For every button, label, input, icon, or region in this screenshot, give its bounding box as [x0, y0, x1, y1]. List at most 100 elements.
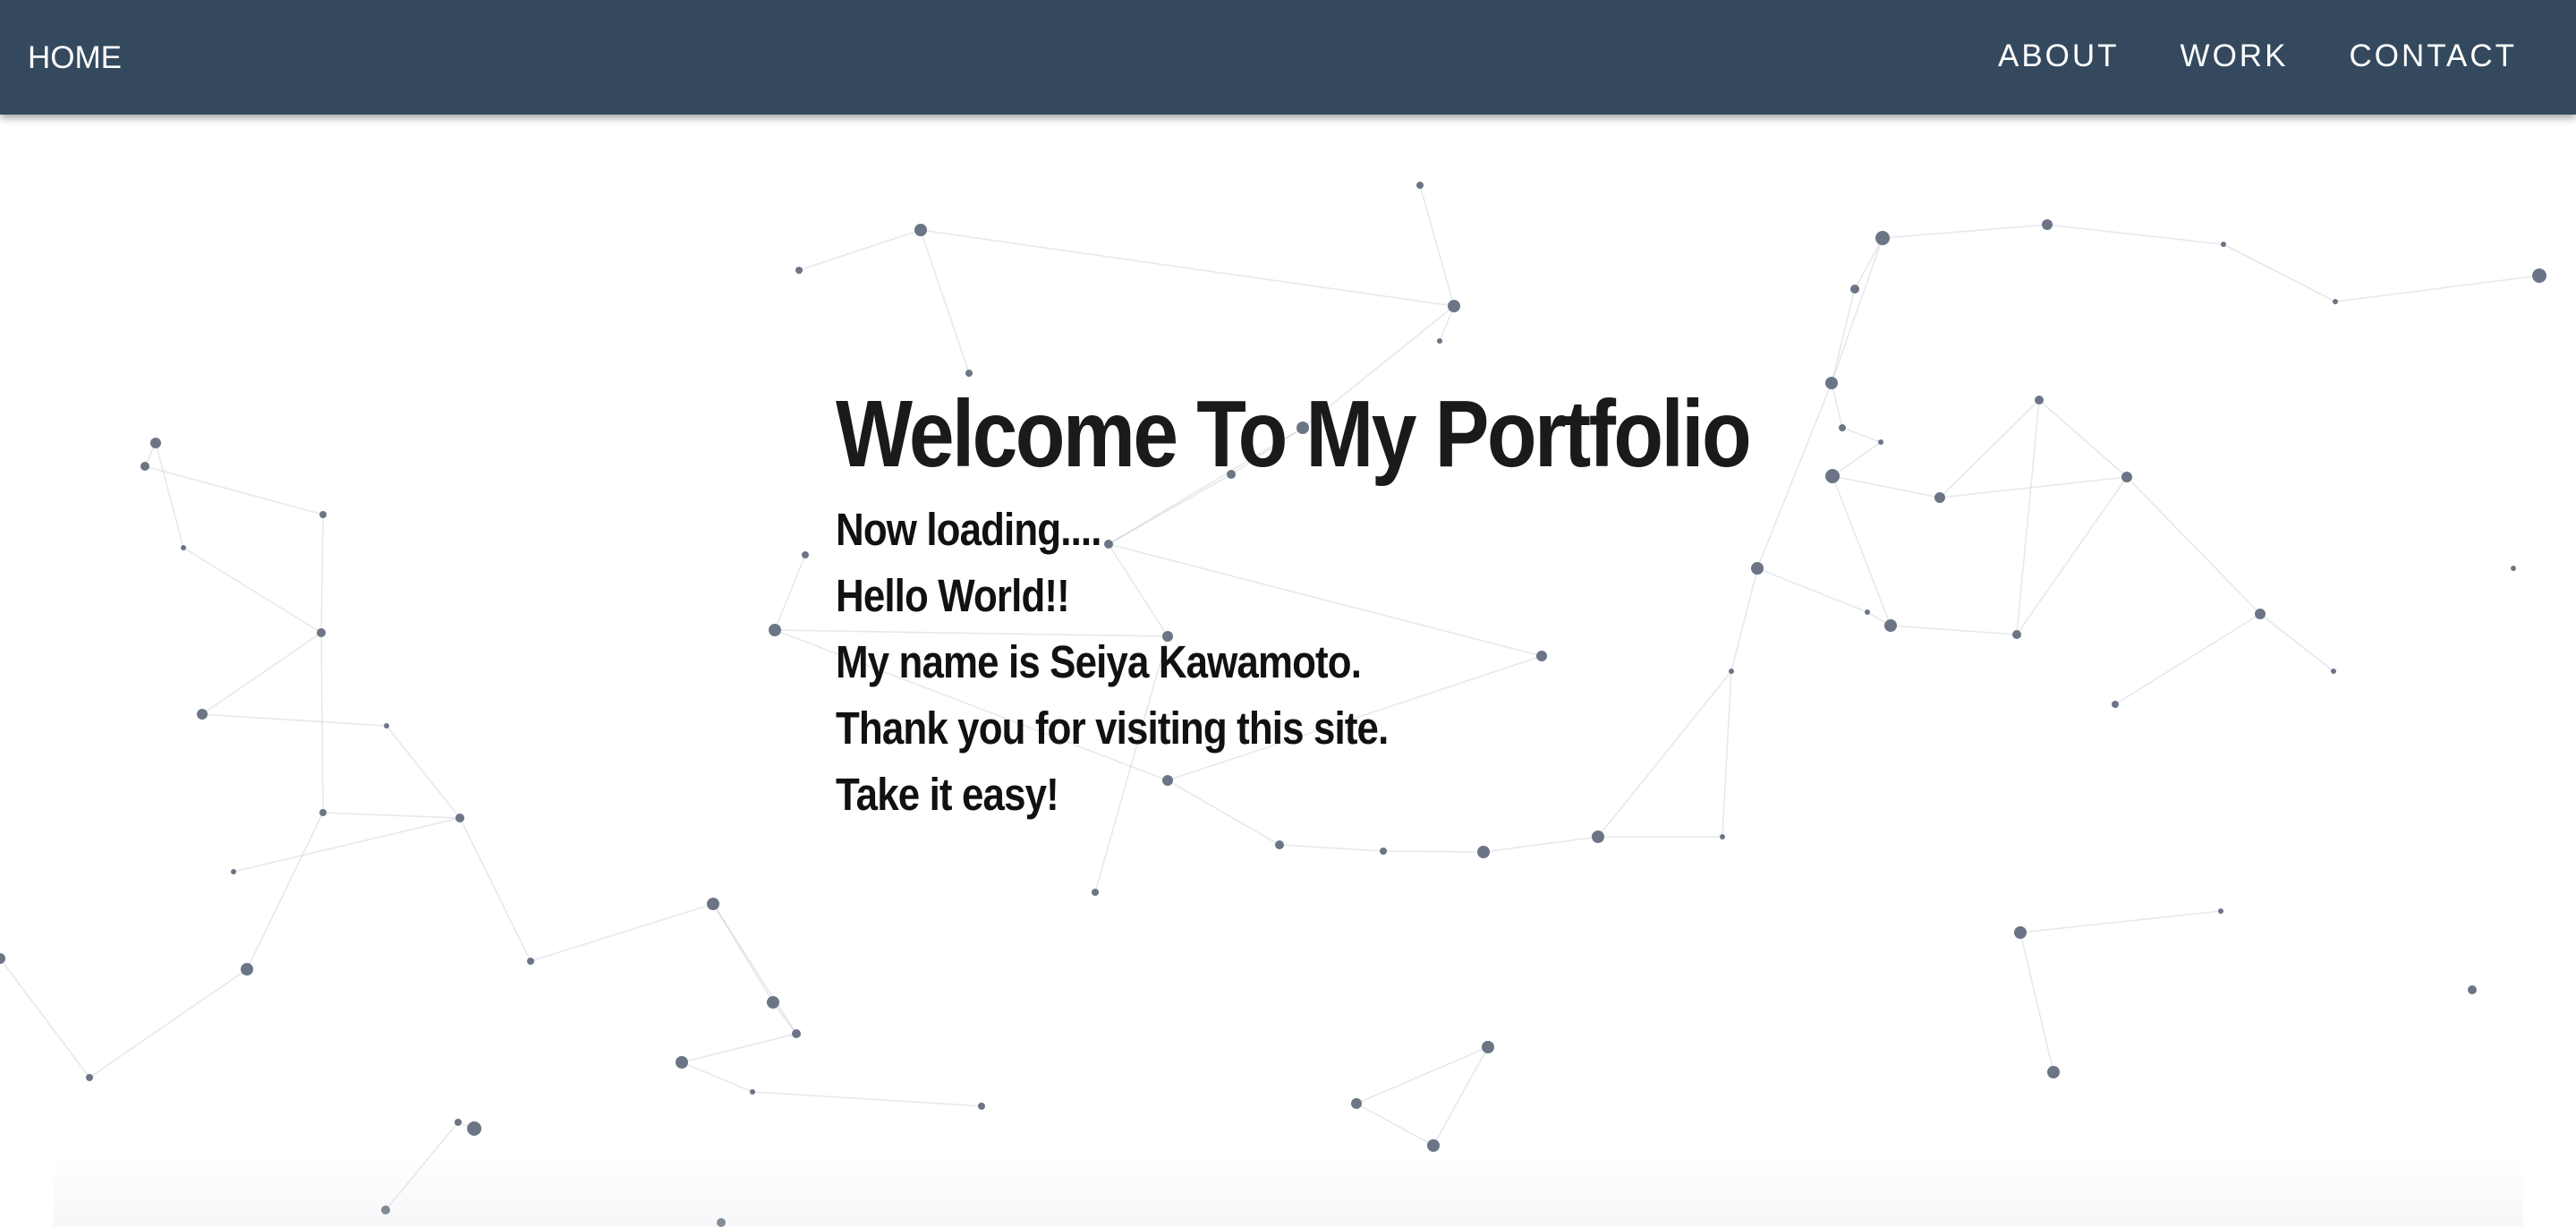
particle-link — [530, 903, 714, 962]
particle-dot — [795, 267, 803, 274]
particle-dot — [2221, 242, 2226, 247]
particle-dot — [2532, 268, 2546, 283]
particle-dot — [319, 809, 327, 816]
particle-dot — [150, 438, 161, 448]
particle-link — [1831, 288, 1856, 384]
particle-link — [712, 903, 797, 1035]
particle-link — [320, 632, 324, 814]
typing-line-thanks: Thank you for visiting this site. — [836, 703, 1389, 754]
bottom-panel-shadow — [54, 1155, 2523, 1227]
particle-dot — [2331, 669, 2336, 674]
typing-line-name: My name is Seiya Kawamoto. — [836, 636, 1362, 687]
particle-link — [155, 442, 184, 549]
nav-links: ABOUT WORK CONTACT — [1998, 38, 2517, 75]
particle-dot — [2255, 609, 2266, 619]
particle-link — [2038, 399, 2128, 478]
particle-link — [1882, 224, 2048, 239]
particle-dot — [1482, 1041, 1494, 1053]
particle-dot — [241, 963, 253, 976]
nav-home-link[interactable]: HOME — [28, 39, 122, 77]
particle-dot — [2112, 701, 2119, 708]
particle-link — [920, 229, 970, 374]
particle-link — [2016, 476, 2128, 635]
particle-link — [774, 554, 806, 631]
particle-dot — [231, 869, 236, 874]
particle-dot — [2012, 630, 2021, 639]
particle-dot — [1720, 834, 1725, 839]
particle-link — [144, 465, 324, 516]
particle-link — [183, 547, 322, 634]
particle-dot — [769, 624, 781, 636]
particle-dot — [676, 1056, 688, 1069]
particle-link — [1939, 399, 2040, 498]
particle-dot — [384, 723, 389, 729]
particle-dot — [86, 1074, 93, 1081]
particle-link — [201, 632, 322, 715]
typing-text-block: Now loading.... Hello World!! My name is… — [836, 497, 1898, 828]
particle-link — [386, 725, 461, 819]
particle-dot — [1477, 846, 1490, 858]
particle-link — [1279, 844, 1384, 852]
particle-link — [1483, 836, 1599, 853]
particle-dot — [767, 996, 779, 1009]
particle-dot — [750, 1089, 755, 1095]
particle-dot — [317, 628, 326, 637]
particle-link — [2019, 932, 2054, 1073]
particle-dot — [802, 551, 809, 558]
particle-link — [1890, 625, 2018, 635]
particle-dot — [1437, 338, 1442, 344]
particle-dot — [1416, 182, 1424, 189]
particle-dot — [527, 958, 534, 965]
particle-dot — [455, 1119, 462, 1126]
particle-dot — [2333, 299, 2338, 304]
particle-dot — [2121, 472, 2132, 482]
page: HOME ABOUT WORK CONTACT Welcome To My Po… — [0, 0, 2576, 1227]
particle-link — [681, 1033, 797, 1063]
particle-link — [1854, 237, 1883, 290]
particle-dot — [197, 709, 208, 720]
particle-dot — [1092, 889, 1099, 896]
particle-dot — [792, 1029, 801, 1038]
particle-link — [2126, 476, 2261, 615]
typing-line-loading: Now loading.... — [836, 504, 1101, 555]
particle-link — [1831, 237, 1883, 384]
particle-dot — [1275, 840, 1284, 849]
particle-dot — [707, 898, 719, 910]
particle-link — [2259, 613, 2334, 672]
particle-dot — [1592, 831, 1604, 843]
hero-section: Welcome To My Portfolio Now loading.... … — [836, 380, 1898, 828]
particle-dot — [181, 545, 186, 550]
particle-link — [459, 817, 531, 962]
particle-link — [1939, 476, 2128, 498]
particle-link — [2334, 275, 2540, 302]
particle-dot — [2468, 985, 2477, 994]
particle-dot — [455, 814, 464, 822]
particle-dot — [467, 1121, 481, 1136]
top-navbar: HOME ABOUT WORK CONTACT — [0, 0, 2576, 115]
particle-dot — [978, 1103, 985, 1110]
particle-dot — [140, 462, 149, 471]
particle-link — [320, 514, 324, 634]
particle-dot — [2035, 396, 2044, 405]
particle-dot — [1934, 492, 1945, 503]
particle-dot — [2047, 1066, 2060, 1078]
particle-link — [1382, 850, 1484, 853]
particle-link — [246, 812, 324, 970]
particle-dot — [319, 511, 327, 518]
nav-about-link[interactable]: ABOUT — [1998, 38, 2120, 75]
particle-link — [0, 958, 90, 1078]
typing-line-hello: Hello World!! — [836, 570, 1070, 621]
nav-contact-link[interactable]: CONTACT — [2349, 38, 2517, 75]
typing-line-take-it-easy: Take it easy! — [836, 769, 1059, 820]
particle-link — [798, 229, 922, 271]
particle-link — [681, 1061, 753, 1093]
particle-dot — [1380, 848, 1387, 855]
particle-dot — [1351, 1098, 1362, 1109]
nav-work-link[interactable]: WORK — [2181, 38, 2289, 75]
particle-link — [233, 817, 461, 873]
particle-link — [322, 812, 461, 819]
particle-dot — [1850, 285, 1859, 294]
particle-dot — [2511, 566, 2516, 571]
particle-dot — [2218, 908, 2223, 914]
particle-link — [2016, 399, 2040, 635]
